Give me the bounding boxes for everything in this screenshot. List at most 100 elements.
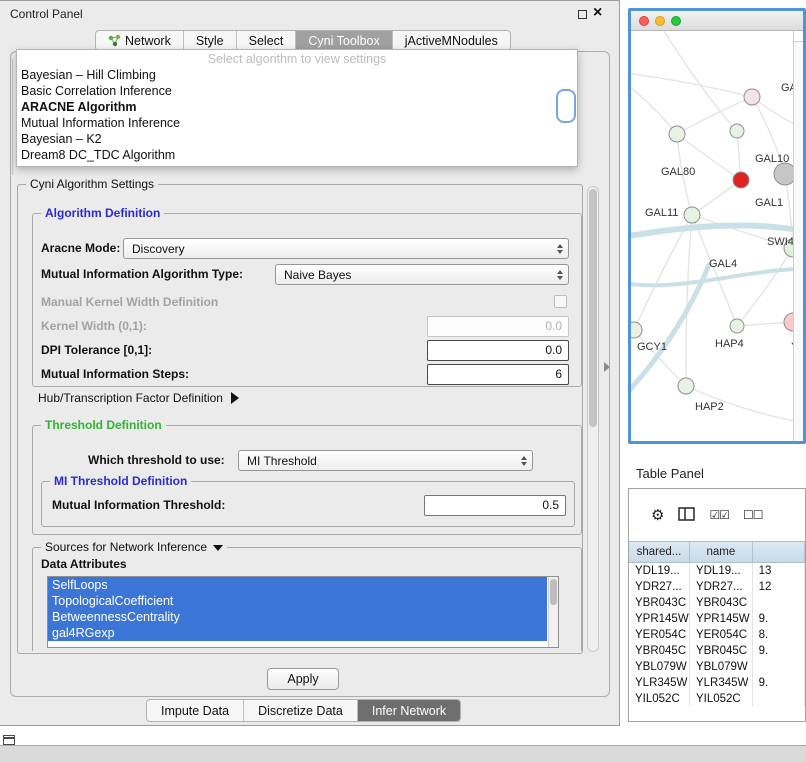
tab-label-jactivemnodules: jActiveMNodules <box>405 34 498 48</box>
table-header-row: shared...name <box>629 541 805 563</box>
restore-window-icon[interactable] <box>578 10 587 19</box>
algorithm-option-mutual-information-inference[interactable]: Mutual Information Inference <box>17 115 577 131</box>
mi-algorithm-type-label: Mutual Information Algorithm Type: <box>41 264 243 285</box>
control-panel-title: Control Panel <box>10 7 83 21</box>
settings-scrollbar[interactable] <box>587 186 599 652</box>
mi-threshold-label: Mutual Information Threshold: <box>52 495 225 516</box>
algorithm-option-aracne-algorithm[interactable]: ARACNE Algorithm <box>17 99 577 115</box>
table-row[interactable]: YLR345WYLR345W9. <box>629 675 805 691</box>
table-cell: 12 <box>753 579 805 595</box>
checked-pair-icon[interactable]: ☑☑ <box>709 509 729 521</box>
column-header-extra[interactable] <box>753 542 805 562</box>
algorithm-option-basic-correlation-inference[interactable]: Basic Correlation Inference <box>17 83 577 99</box>
mi-threshold-definition-group: MI Threshold Definition Mutual Informati… <box>41 481 575 527</box>
table-cell: 9. <box>753 611 805 627</box>
minimized-panel-icon[interactable] <box>3 735 15 745</box>
combo-arrows-icon <box>521 456 527 466</box>
network-scrollbar-button[interactable] <box>794 31 803 42</box>
close-window-icon[interactable]: × <box>593 4 602 22</box>
network-node[interactable] <box>744 89 760 105</box>
tab-infer-network[interactable]: Infer Network <box>358 700 460 721</box>
network-edge <box>631 73 752 97</box>
cyni-algorithm-settings-group: Cyni Algorithm Settings Algorithm Defini… <box>17 184 583 654</box>
table-cell: YBR045C <box>629 643 690 659</box>
network-node[interactable] <box>669 126 685 142</box>
column-header-shared[interactable]: shared... <box>629 542 690 562</box>
unchecked-pair-icon[interactable]: ☐☐ <box>743 509 763 521</box>
zoom-traffic-light[interactable] <box>671 16 681 26</box>
node-label-hap2: HAP2 <box>695 401 724 413</box>
column-header-name[interactable]: name <box>690 542 753 562</box>
list-scrollbar-thumb[interactable] <box>550 579 557 605</box>
aracne-mode-label: Aracne Mode: <box>41 238 120 259</box>
network-node[interactable] <box>733 172 749 188</box>
list-scrollbar[interactable] <box>548 577 558 647</box>
manual-kernel-width-checkbox[interactable] <box>554 295 567 308</box>
tab-network[interactable]: Network <box>96 31 184 50</box>
data-mode-tab-bar: Impute DataDiscretize DataInfer Network <box>146 699 461 722</box>
sources-title[interactable]: Sources for Network Inference <box>41 540 227 554</box>
network-node[interactable] <box>684 207 700 223</box>
network-window-titlebar[interactable] <box>631 11 803 31</box>
settings-scrollbar-thumb[interactable] <box>589 189 597 427</box>
tab-discretize-data[interactable]: Discretize Data <box>244 700 358 721</box>
hub-transcription-label: Hub/Transcription Factor Definition <box>38 391 223 405</box>
table-row[interactable]: YDR27...YDR27...12 <box>629 579 805 595</box>
apply-button[interactable]: Apply <box>267 668 339 690</box>
algorithm-definition-group: Algorithm Definition Aracne Mode: Discov… <box>32 213 582 387</box>
collapse-down-icon[interactable] <box>213 545 223 551</box>
algorithm-option-bayesian-k2[interactable]: Bayesian – K2 <box>17 131 577 147</box>
table-row[interactable]: YER054CYER054C8. <box>629 627 805 643</box>
attribute-item-betweennesscentrality[interactable]: BetweennessCentrality <box>48 609 547 625</box>
table-row[interactable]: YBR045CYBR045C9. <box>629 643 805 659</box>
network-node[interactable] <box>730 124 744 138</box>
algorithm-option-bayesian-hill-climbing[interactable]: Bayesian – Hill Climbing <box>17 67 577 83</box>
tab-style[interactable]: Style <box>184 31 237 50</box>
mi-steps-field[interactable]: 6 <box>427 364 569 385</box>
attribute-item-gal4rgexp[interactable]: gal4RGexp <box>48 625 547 641</box>
network-scrollbar[interactable] <box>793 31 803 441</box>
tab-select[interactable]: Select <box>237 31 297 50</box>
network-node[interactable] <box>631 322 642 338</box>
aracne-mode-select[interactable]: Discovery <box>123 238 569 259</box>
tab-jactivemnodules[interactable]: jActiveMNodules <box>393 31 510 50</box>
network-node[interactable] <box>678 378 694 394</box>
node-label-gal10: GAL10 <box>755 153 789 165</box>
attribute-item-selfloops[interactable]: SelfLoops <box>48 577 547 593</box>
tab-impute-data[interactable]: Impute Data <box>147 700 244 721</box>
tab-cyni-toolbox[interactable]: Cyni Toolbox <box>296 31 392 50</box>
network-canvas[interactable]: GALGAL80GAL10GAL11GAL1SWI4GAL4GCY1HAP4YH… <box>631 31 803 441</box>
mi-algorithm-type-select[interactable]: Naive Bayes <box>275 264 569 285</box>
control-panel-window: Control Panel × NetworkStyleSelectCyni T… <box>0 0 620 726</box>
network-graph: GALGAL80GAL10GAL11GAL1SWI4GAL4GCY1HAP4YH… <box>631 31 803 441</box>
minimize-traffic-light[interactable] <box>655 16 665 26</box>
table-row[interactable]: YBL079WYBL079W <box>629 659 805 675</box>
combo-arrows-icon <box>557 270 563 280</box>
control-panel-titlebar[interactable]: Control Panel × <box>0 1 619 27</box>
split-pane-toggle-icon[interactable] <box>604 362 610 372</box>
data-attributes-list[interactable]: SelfLoopsTopologicalCoefficientBetweenne… <box>47 576 559 648</box>
network-node[interactable] <box>730 319 744 333</box>
close-traffic-light[interactable] <box>639 16 649 26</box>
network-view-window: GALGAL80GAL10GAL11GAL1SWI4GAL4GCY1HAP4YH… <box>628 8 806 444</box>
table-cell: YDR27... <box>690 579 753 595</box>
manual-kernel-width-label: Manual Kernel Width Definition <box>41 292 218 313</box>
attribute-item-topologicalcoefficient[interactable]: TopologicalCoefficient <box>48 593 547 609</box>
which-threshold-select[interactable]: MI Threshold <box>238 450 533 471</box>
hub-transcription-section[interactable]: Hub/Transcription Factor Definition <box>38 391 239 405</box>
table-columns-icon[interactable] <box>678 507 695 524</box>
table-row[interactable]: YDL19...YDL19...13 <box>629 563 805 579</box>
algorithm-combo-button[interactable] <box>556 89 576 123</box>
gear-icon[interactable]: ⚙ <box>651 508 664 523</box>
kernel-width-field[interactable]: 0.0 <box>427 316 569 337</box>
algorithm-option-dream8-dc-tdc-algorithm[interactable]: Dream8 DC_TDC Algorithm <box>17 147 577 163</box>
table-row[interactable]: YPR145WYPR145W9. <box>629 611 805 627</box>
mi-threshold-field[interactable]: 0.5 <box>424 495 566 516</box>
table-row[interactable]: YBR043CYBR043C <box>629 595 805 611</box>
dpi-tolerance-field[interactable]: 0.0 <box>427 340 569 361</box>
table-row[interactable]: YIL052CYIL052C <box>629 691 805 707</box>
table-body: YDL19...YDL19...13YDR27...YDR27...12YBR0… <box>629 563 805 707</box>
expand-right-icon[interactable] <box>231 392 239 404</box>
table-cell: YBR043C <box>690 595 753 611</box>
algorithm-option-list: Bayesian – Hill ClimbingBasic Correlatio… <box>17 67 577 163</box>
